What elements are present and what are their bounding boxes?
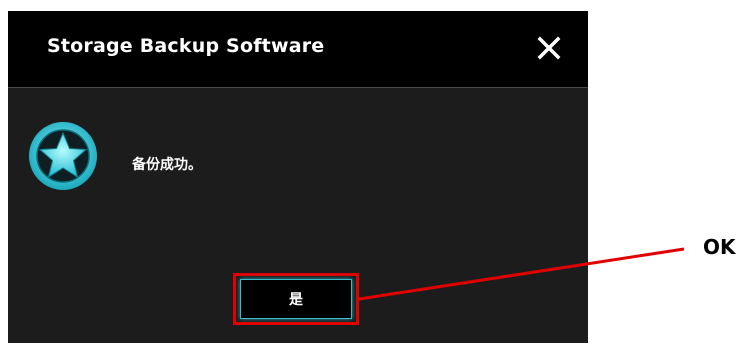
yes-button[interactable]: 是 xyxy=(240,279,352,319)
close-icon[interactable] xyxy=(536,35,562,61)
status-message: 备份成功。 xyxy=(132,157,202,173)
dialog-titlebar: Storage Backup Software xyxy=(8,11,588,88)
callout-label: OK xyxy=(703,235,736,259)
star-icon xyxy=(26,119,100,193)
backup-dialog: Storage Backup Software 备份成功。 是 xyxy=(8,11,588,343)
dialog-title: Storage Backup Software xyxy=(47,35,325,57)
